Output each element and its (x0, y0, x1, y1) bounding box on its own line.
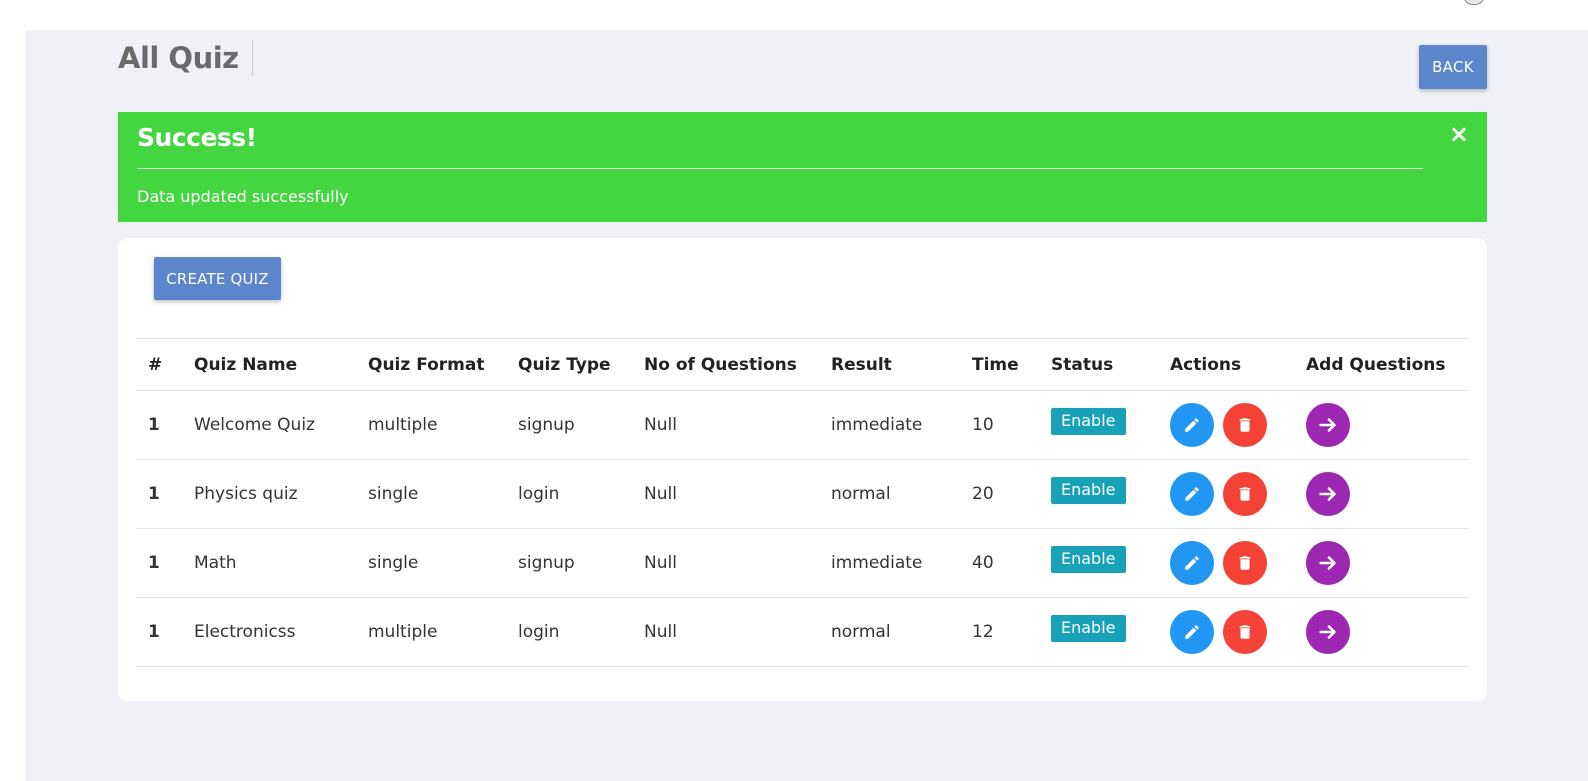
trash-icon (1236, 623, 1254, 641)
quiz-table: # Quiz Name Quiz Format Quiz Type No of … (136, 338, 1469, 667)
header-add-questions: Add Questions (1294, 338, 1469, 391)
time-cell: 10 (960, 390, 1039, 460)
time-cell: 40 (960, 528, 1039, 598)
add-questions-button[interactable] (1306, 403, 1350, 447)
avatar[interactable] (1463, 0, 1485, 5)
add-questions-button[interactable] (1306, 610, 1350, 654)
table-header-row: # Quiz Name Quiz Format Quiz Type No of … (136, 338, 1469, 391)
result-cell: normal (819, 597, 960, 667)
arrow-right-icon (1317, 552, 1339, 574)
pencil-icon (1183, 554, 1201, 572)
quiz-format-cell: multiple (356, 597, 506, 667)
result-cell: immediate (819, 528, 960, 598)
table-row: 1 Electronicss multiple login Null norma… (136, 597, 1469, 667)
no-of-questions-cell: Null (632, 597, 819, 667)
status-cell: Enable (1039, 528, 1158, 598)
add-questions-cell (1294, 528, 1469, 598)
header-result: Result (819, 338, 960, 391)
back-button[interactable]: BACK (1419, 45, 1487, 89)
result-cell: immediate (819, 390, 960, 460)
delete-button[interactable] (1223, 403, 1268, 447)
alert-message: Data updated successfully (137, 187, 349, 206)
delete-button[interactable] (1223, 610, 1268, 654)
row-number: 1 (136, 528, 182, 598)
add-questions-button[interactable] (1306, 541, 1350, 585)
status-cell: Enable (1039, 597, 1158, 667)
quiz-name-cell: Welcome Quiz (182, 390, 356, 460)
header-quiz-name: Quiz Name (182, 338, 356, 391)
add-questions-button[interactable] (1306, 472, 1350, 516)
quiz-type-cell: login (506, 597, 632, 667)
header-quiz-type: Quiz Type (506, 338, 632, 391)
actions-cell (1158, 390, 1294, 460)
status-badge: Enable (1051, 545, 1126, 573)
page-title: All Quiz (118, 40, 253, 76)
alert-heading: Success! (137, 123, 257, 152)
no-of-questions-cell: Null (632, 390, 819, 460)
row-number: 1 (136, 390, 182, 460)
pencil-icon (1183, 623, 1201, 641)
pencil-icon (1183, 485, 1201, 503)
trash-icon (1236, 554, 1254, 572)
quiz-format-cell: multiple (356, 390, 506, 460)
actions-cell (1158, 597, 1294, 667)
pencil-icon (1183, 416, 1201, 434)
status-badge: Enable (1051, 476, 1126, 504)
arrow-right-icon (1317, 621, 1339, 643)
trash-icon (1236, 416, 1254, 434)
add-questions-cell (1294, 597, 1469, 667)
header-quiz-format: Quiz Format (356, 338, 506, 391)
header-no-of-questions: No of Questions (632, 338, 819, 391)
quiz-type-cell: signup (506, 390, 632, 460)
edit-button[interactable] (1170, 541, 1214, 585)
table-row: 1 Math single signup Null immediate 40 E… (136, 528, 1469, 598)
no-of-questions-cell: Null (632, 528, 819, 598)
status-badge: Enable (1051, 614, 1126, 642)
header-number: # (136, 338, 182, 391)
edit-button[interactable] (1170, 403, 1214, 447)
time-cell: 12 (960, 597, 1039, 667)
trash-icon (1236, 485, 1254, 503)
alert-divider (137, 168, 1423, 169)
actions-cell (1158, 528, 1294, 598)
no-of-questions-cell: Null (632, 459, 819, 529)
quiz-card: CREATE QUIZ # Quiz Name Quiz Format Quiz… (118, 238, 1487, 701)
status-cell: Enable (1039, 390, 1158, 460)
quiz-name-cell: Math (182, 528, 356, 598)
quiz-type-cell: login (506, 459, 632, 529)
quiz-name-cell: Physics quiz (182, 459, 356, 529)
arrow-right-icon (1317, 414, 1339, 436)
close-icon[interactable]: × (1449, 120, 1469, 148)
row-number: 1 (136, 459, 182, 529)
table-row: 1 Welcome Quiz multiple signup Null imme… (136, 390, 1469, 460)
quiz-type-cell: signup (506, 528, 632, 598)
edit-button[interactable] (1170, 610, 1214, 654)
create-quiz-button[interactable]: CREATE QUIZ (154, 257, 281, 300)
add-questions-cell (1294, 390, 1469, 460)
header-time: Time (960, 338, 1039, 391)
time-cell: 20 (960, 459, 1039, 529)
quiz-format-cell: single (356, 528, 506, 598)
arrow-right-icon (1317, 483, 1339, 505)
quiz-format-cell: single (356, 459, 506, 529)
delete-button[interactable] (1223, 541, 1268, 585)
status-badge: Enable (1051, 407, 1126, 435)
add-questions-cell (1294, 459, 1469, 529)
success-alert: Success! × Data updated successfully (118, 112, 1487, 222)
table-row: 1 Physics quiz single login Null normal … (136, 459, 1469, 529)
quiz-name-cell: Electronicss (182, 597, 356, 667)
header-status: Status (1039, 338, 1158, 391)
header-actions: Actions (1158, 338, 1294, 391)
delete-button[interactable] (1223, 472, 1268, 516)
row-number: 1 (136, 597, 182, 667)
actions-cell (1158, 459, 1294, 529)
result-cell: normal (819, 459, 960, 529)
status-cell: Enable (1039, 459, 1158, 529)
edit-button[interactable] (1170, 472, 1214, 516)
